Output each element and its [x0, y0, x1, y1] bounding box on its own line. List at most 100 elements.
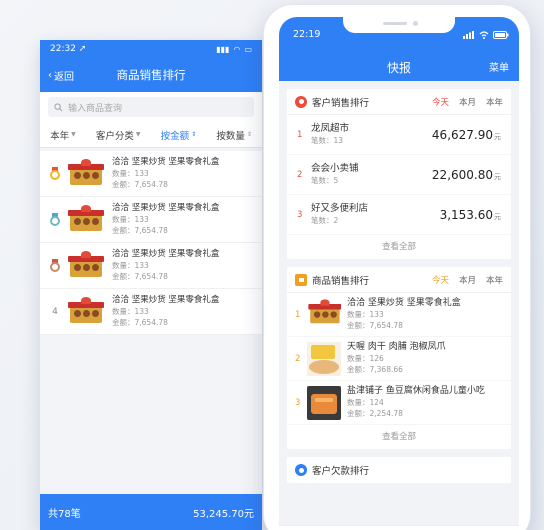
total-count: 共78笔 [48, 508, 81, 520]
product-name: 洽洽 坚果炒货 坚果零食礼盒 [112, 295, 220, 305]
product-amount: 金额：2,254.78 [347, 409, 403, 418]
card-title: 客户欠款排行 [312, 466, 370, 477]
filter-year-label: 本年 [50, 130, 70, 142]
sort-icon: ⇕ [191, 131, 197, 138]
sort-amount-label: 按金额 [160, 130, 190, 142]
battery-icon: ▭ [244, 44, 252, 54]
rank-number: 3 [297, 209, 303, 220]
tab-year[interactable]: 本年 [486, 274, 503, 286]
product-row[interactable]: 3 盐津铺子 鱼豆腐休闲食品儿童小吃 数量：124 金额：2,254.78 [287, 381, 511, 425]
chevron-left-icon: ‹ [48, 69, 52, 81]
list-item[interactable]: 洽洽 坚果炒货 坚果零食礼盒 数量：133 金额：7,654.78 [40, 151, 262, 197]
product-name: 洽洽 坚果炒货 坚果零食礼盒 [112, 157, 220, 167]
product-thumbnail [307, 385, 341, 420]
customer-row[interactable]: 1 龙凤超市 笔数：13 46,627.90元 [287, 115, 511, 155]
menu-button[interactable]: 菜单 [489, 59, 509, 74]
list-item[interactable]: 4 洽洽 坚果炒货 坚果零食礼盒 数量：133 金额：7,654.78 [40, 289, 262, 335]
left-status-time: 22:32 [50, 44, 76, 54]
tab-month[interactable]: 本月 [459, 274, 476, 286]
right-phone-frame: 22:19 快报 菜单 客户销售排行 今天 本月 本年 1 龙凤超市 笔数：13… [263, 4, 531, 530]
product-qty: 数量：133 [112, 169, 149, 178]
customer-row[interactable]: 2 会会小卖铺 笔数：5 22,600.80元 [287, 155, 511, 195]
product-amount: 金额：7,654.78 [112, 272, 168, 281]
back-label: 返回 [54, 71, 74, 83]
customer-amount: 22,600.80 [431, 167, 493, 182]
stage: 22:32 ➚ ▮▮▮ ◠ ▭ ‹ 返回 商品销售排行 输入商品查询 本年 ▼ 客户分… [0, 0, 544, 530]
left-phone-screen: 22:32 ➚ ▮▮▮ ◠ ▭ ‹ 返回 商品销售排行 输入商品查询 本年 ▼ 客户分… [40, 40, 262, 530]
customer-name: 会会小卖铺 [311, 162, 359, 174]
customer-sales-card: 客户销售排行 今天 本月 本年 1 龙凤超市 笔数：13 46,627.90元 2… [287, 89, 511, 259]
card-header: 商品销售排行 今天 本月 本年 [287, 267, 511, 293]
sort-quantity-label: 按数量 [216, 130, 245, 142]
product-amount: 金额：7,654.78 [112, 180, 168, 189]
card-title: 客户销售排行 [312, 97, 370, 109]
sort-by-quantity[interactable]: 按数量 ⇕ [216, 128, 252, 142]
gold-medal-icon [48, 166, 62, 181]
rank-number: 1 [297, 129, 303, 140]
order-count: 笔数：2 [311, 215, 339, 225]
product-thumbnail [68, 204, 104, 235]
filter-bar: 本年 ▼ 客户分类 ▼ 按金额 ⇕ 按数量 ⇕ [40, 122, 262, 148]
search-placeholder: 输入商品查询 [68, 103, 123, 114]
product-row[interactable]: 2 天喔 肉干 肉脯 泡椒凤爪 数量：126 金额：7,368.66 [287, 337, 511, 381]
currency-unit: 元 [494, 132, 501, 141]
product-thumbnail [68, 296, 104, 327]
customer-name: 龙凤超市 [311, 122, 350, 134]
medal-icon [295, 95, 307, 108]
box-icon [295, 273, 307, 286]
customer-amount: 46,627.90 [431, 127, 493, 142]
order-count: 笔数：13 [311, 135, 344, 145]
tab-today[interactable]: 今天 [432, 274, 449, 286]
product-name: 洽洽 坚果炒货 坚果零食礼盒 [112, 249, 220, 259]
product-thumbnail [68, 250, 104, 281]
view-all-products-link[interactable]: 查看全部 [287, 425, 511, 449]
search-icon [54, 102, 63, 111]
product-qty: 数量：133 [112, 261, 149, 270]
product-name: 洽洽 坚果炒货 坚果零食礼盒 [112, 203, 220, 213]
list-item[interactable]: 洽洽 坚果炒货 坚果零食礼盒 数量：133 金额：7,654.78 [40, 197, 262, 243]
filter-year[interactable]: 本年 ▼ [50, 128, 76, 142]
total-amount: 53,245.70元 [193, 508, 254, 520]
list-item[interactable]: 洽洽 坚果炒货 坚果零食礼盒 数量：133 金额：7,654.78 [40, 243, 262, 289]
tab-month[interactable]: 本月 [459, 96, 476, 108]
product-rank-list: 洽洽 坚果炒货 坚果零食礼盒 数量：133 金额：7,654.78 洽洽 坚果炒货 … [40, 151, 262, 335]
product-search-input[interactable]: 输入商品查询 [48, 97, 254, 117]
rank-number: 2 [295, 353, 301, 364]
caret-down-icon: ▼ [135, 131, 141, 138]
product-name: 洽洽 坚果炒货 坚果零食礼盒 [347, 298, 461, 308]
debt-icon [295, 464, 307, 476]
sort-by-amount[interactable]: 按金额 ⇕ [161, 128, 197, 142]
product-qty: 数量：133 [112, 215, 149, 224]
customer-amount: 3,153.60 [439, 207, 493, 222]
wifi-icon: ◠ [233, 44, 241, 54]
customer-row[interactable]: 3 好又多便利店 笔数：2 3,153.60元 [287, 195, 511, 235]
card-header: 客户销售排行 今天 本月 本年 [287, 89, 511, 115]
wifi-icon [479, 31, 489, 39]
back-button[interactable]: ‹ 返回 [40, 68, 74, 83]
card-title: 商品销售排行 [312, 275, 370, 287]
signal-icon [463, 31, 474, 39]
filter-customer-category[interactable]: 客户分类 ▼ [96, 128, 141, 142]
product-amount: 金额：7,654.78 [347, 321, 403, 330]
phone-notch [343, 17, 455, 33]
rank-number: 4 [52, 306, 58, 317]
caret-down-icon: ▼ [71, 131, 76, 138]
product-row[interactable]: 1 洽洽 坚果炒货 坚果零食礼盒 数量：133 金额：7,654.78 [287, 293, 511, 337]
product-qty: 数量：126 [347, 354, 384, 363]
search-bar: 输入商品查询 [40, 92, 262, 122]
tab-year[interactable]: 本年 [486, 96, 503, 108]
product-amount: 金额：7,654.78 [112, 226, 168, 235]
left-nav-bar: ‹ 返回 商品销售排行 [40, 58, 262, 92]
bottom-tab-bar [279, 525, 519, 530]
tab-today[interactable]: 今天 [432, 96, 449, 108]
product-sales-card: 商品销售排行 今天 本月 本年 1 洽洽 坚果炒货 坚果零食礼盒 数量：133 金额… [287, 267, 511, 449]
silver-medal-icon [48, 212, 62, 227]
product-amount: 金额：7,654.78 [112, 318, 168, 327]
rank-number: 2 [297, 169, 303, 180]
view-all-customers-link[interactable]: 查看全部 [287, 235, 511, 259]
left-status-bar: 22:32 ➚ ▮▮▮ ◠ ▭ [40, 40, 262, 58]
product-name: 天喔 肉干 肉脯 泡椒凤爪 [347, 342, 446, 352]
order-count: 笔数：5 [311, 175, 339, 185]
product-thumbnail [307, 298, 341, 332]
right-phone-screen: 22:19 快报 菜单 客户销售排行 今天 本月 本年 1 龙凤超市 笔数：13… [279, 17, 519, 530]
